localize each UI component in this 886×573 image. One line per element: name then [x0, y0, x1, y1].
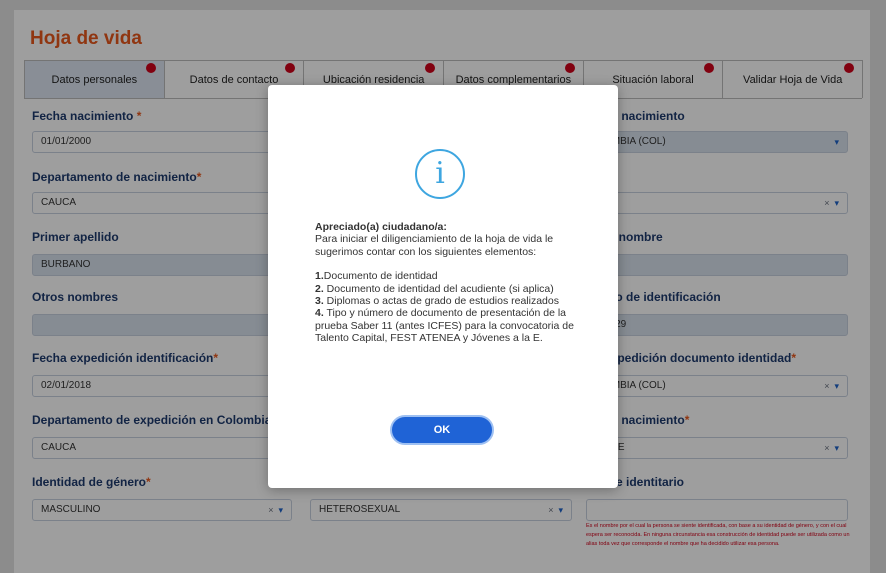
dialog-list-item: 4. Tipo y número de documento de present…	[315, 307, 574, 345]
dialog-intro: Para iniciar el diligenciamiento de la h…	[315, 233, 554, 258]
info-dialog: i Apreciado(a) ciudadano/a: Para iniciar…	[268, 85, 618, 488]
dialog-message: Apreciado(a) ciudadano/a: Para iniciar e…	[315, 221, 581, 345]
dialog-list-item: 3. Diplomas o actas de grado de estudios…	[315, 295, 559, 308]
dialog-heading: Apreciado(a) ciudadano/a:	[315, 221, 447, 233]
ok-button[interactable]: OK	[390, 415, 494, 445]
info-icon: i	[415, 149, 465, 199]
dialog-list-item: 2. Documento de identidad del acudiente …	[315, 282, 554, 295]
dialog-list-item: 1.Documento de identidad	[315, 270, 438, 283]
